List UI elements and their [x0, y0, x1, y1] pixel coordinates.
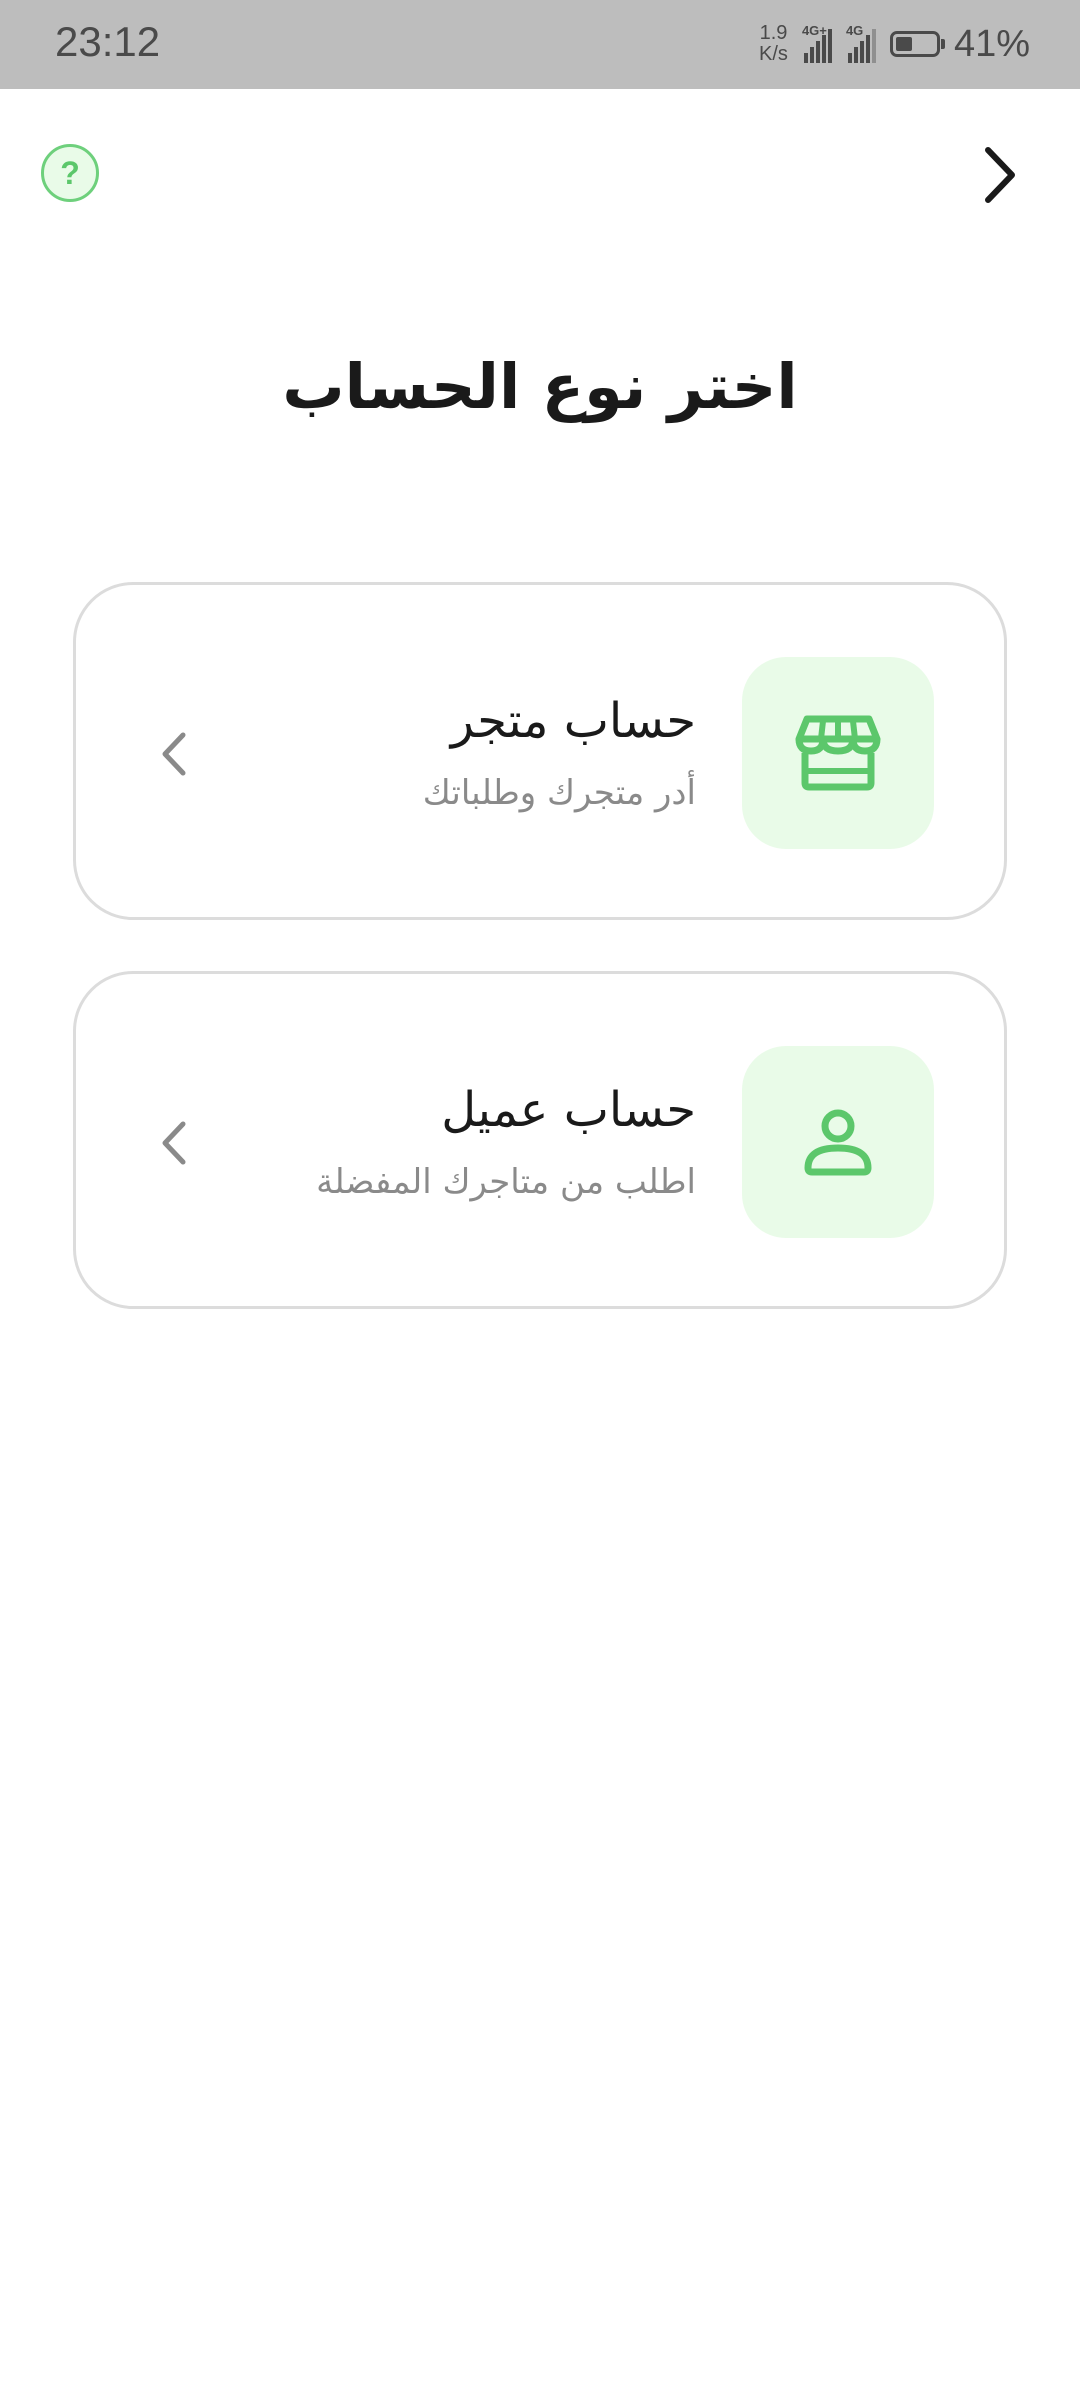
forward-button[interactable]: [970, 140, 1030, 210]
chevron-right-icon: [985, 147, 1015, 203]
question-icon: ?: [60, 154, 80, 191]
help-button[interactable]: ?: [41, 144, 99, 202]
sim1-network-type: 4G+: [801, 23, 827, 38]
network-speed: 1.9 K/s: [759, 23, 788, 65]
network-speed-value: 1.9: [759, 22, 788, 44]
signal-sim2-icon: 4G: [845, 23, 876, 63]
store-icon: [795, 715, 881, 791]
battery-icon: [889, 31, 945, 57]
store-account-option[interactable]: حساب متجر أدر متجرك وطلباتك: [73, 582, 1007, 920]
chevron-left-icon: [162, 1121, 186, 1165]
status-bar: 23:12 1.9 K/s 4G+ 4G 41%: [0, 0, 1080, 89]
user-icon: [804, 1109, 872, 1176]
status-time: 23:12: [55, 18, 161, 65]
signal-sim1-icon: 4G+: [801, 23, 832, 63]
page-title: اختر نوع الحساب: [282, 350, 798, 423]
network-speed-unit: K/s: [759, 43, 788, 65]
customer-account-option[interactable]: حساب عميل اطلب من متاجرك المفضلة: [73, 971, 1007, 1309]
customer-account-chevron: [154, 1113, 194, 1173]
sim2-network-type: 4G: [845, 23, 864, 38]
customer-account-subtitle: اطلب من متاجرك المفضلة: [316, 1162, 696, 1202]
user-icon-tile: [742, 1046, 934, 1238]
customer-account-title: حساب عميل: [441, 1082, 696, 1138]
store-icon-tile: [742, 657, 934, 849]
status-indicators: 1.9 K/s 4G+ 4G 41%: [759, 18, 1030, 70]
battery-percentage: 41%: [953, 22, 1030, 65]
chevron-left-icon: [162, 732, 186, 776]
store-account-chevron: [154, 724, 194, 784]
store-account-subtitle: أدر متجرك وطلباتك: [422, 773, 696, 813]
store-account-title: حساب متجر: [450, 693, 696, 749]
